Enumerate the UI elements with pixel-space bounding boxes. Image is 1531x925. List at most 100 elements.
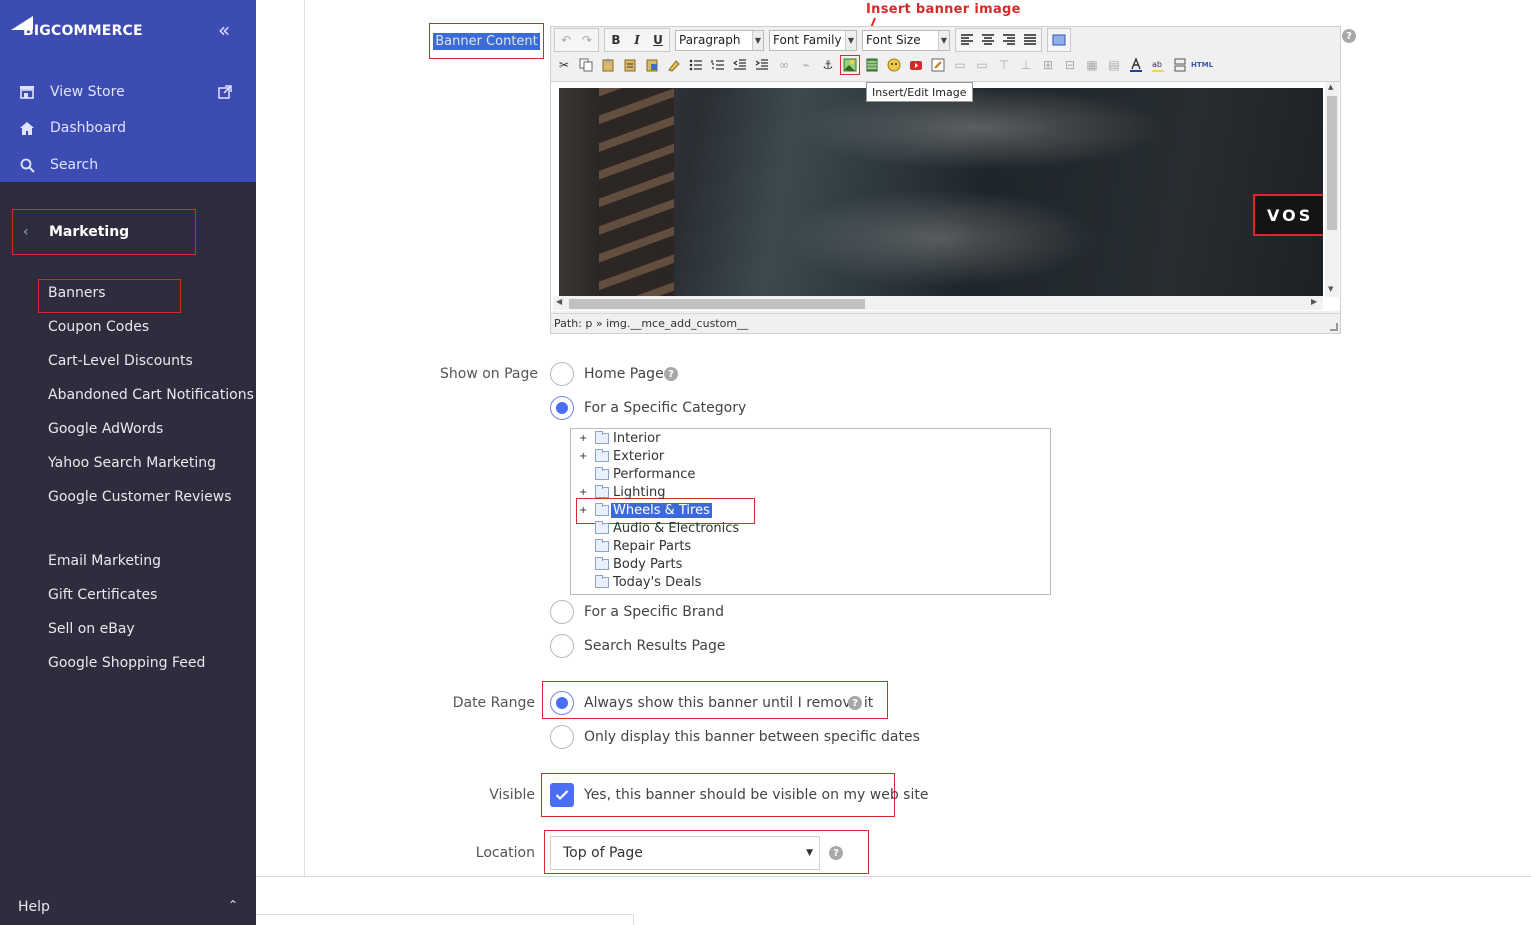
- format-select[interactable]: Paragraph ▼: [675, 29, 764, 51]
- category-tree-item[interactable]: Audio & Electronics: [571, 519, 1041, 537]
- category-tree-item[interactable]: + Wheels & Tires: [571, 501, 1041, 519]
- expand-icon[interactable]: +: [579, 487, 589, 498]
- paste-icon[interactable]: [598, 55, 618, 75]
- sidebar-item-email-marketing[interactable]: Email Marketing: [48, 553, 161, 569]
- edit-source-icon[interactable]: [928, 55, 948, 75]
- youtube-icon[interactable]: [906, 55, 926, 75]
- scroll-down-icon[interactable]: ▼: [1328, 285, 1333, 293]
- category-tree-item[interactable]: + Exterior: [571, 447, 1041, 465]
- insert-image-button[interactable]: [840, 55, 860, 75]
- cell-props-icon[interactable]: ▤: [1104, 55, 1124, 75]
- resize-handle-icon[interactable]: [1330, 323, 1338, 331]
- font-family-select[interactable]: Font Family ▼: [769, 29, 857, 51]
- external-link-icon[interactable]: [218, 84, 234, 100]
- editor-horizontal-scrollbar[interactable]: ◀ ▶: [553, 296, 1323, 310]
- radio-specific-dates[interactable]: [550, 725, 574, 749]
- align-center-icon[interactable]: [978, 30, 998, 50]
- text-color-icon[interactable]: [1126, 55, 1146, 75]
- anchor-icon[interactable]: ⚓: [818, 55, 838, 75]
- help-icon[interactable]: ?: [848, 696, 862, 710]
- sidebar-item-banners[interactable]: Banners: [48, 285, 106, 301]
- sidebar-item-google-customer-reviews[interactable]: Google Customer Reviews: [48, 489, 232, 505]
- sidebar-item-sell-on-ebay[interactable]: Sell on eBay: [48, 621, 135, 637]
- chevron-up-icon[interactable]: ⌃: [228, 898, 238, 912]
- page-break-icon[interactable]: [1170, 55, 1190, 75]
- radio-home-page[interactable]: [550, 362, 574, 386]
- emoticons-icon[interactable]: [884, 55, 904, 75]
- bigcommerce-logo[interactable]: BIGCOMMERCE: [11, 14, 171, 44]
- highlight-color-icon[interactable]: ab: [1148, 55, 1168, 75]
- bullet-list-icon[interactable]: [686, 55, 706, 75]
- justify-icon[interactable]: [1020, 30, 1040, 50]
- help-icon[interactable]: ?: [664, 367, 678, 381]
- bold-button[interactable]: B: [606, 30, 626, 50]
- align-left-icon[interactable]: [957, 30, 977, 50]
- html-source-icon[interactable]: HTML: [1191, 55, 1213, 75]
- sidebar-item-coupon-codes[interactable]: Coupon Codes: [48, 319, 149, 335]
- editor-vertical-scrollbar[interactable]: ▲ ▼: [1325, 82, 1339, 297]
- clean-formatting-icon[interactable]: [664, 55, 684, 75]
- insert-row-icon[interactable]: ⊤: [994, 55, 1014, 75]
- insert-media-icon[interactable]: [862, 55, 882, 75]
- undo-icon[interactable]: ↶: [556, 30, 576, 50]
- category-tree-item[interactable]: + Lighting: [571, 483, 1041, 501]
- italic-button[interactable]: I: [627, 30, 647, 50]
- table-col-icon[interactable]: ▭: [972, 55, 992, 75]
- sidebar-item-yahoo-search[interactable]: Yahoo Search Marketing: [48, 455, 216, 471]
- merge-cells-icon[interactable]: ⊞: [1038, 55, 1058, 75]
- underline-button[interactable]: U: [648, 30, 668, 50]
- expand-icon[interactable]: +: [579, 505, 589, 516]
- sidebar-item-abandoned-cart[interactable]: Abandoned Cart Notifications: [48, 387, 254, 403]
- radio-specific-brand[interactable]: [550, 600, 574, 624]
- numbered-list-icon[interactable]: [708, 55, 728, 75]
- outdent-icon[interactable]: [730, 55, 750, 75]
- category-tree-item[interactable]: Body Parts: [571, 555, 1041, 573]
- help-icon[interactable]: ?: [1342, 29, 1356, 43]
- sidebar-item-google-adwords[interactable]: Google AdWords: [48, 421, 163, 437]
- location-select[interactable]: Top of Page ▼: [550, 836, 820, 870]
- collapse-sidebar-icon[interactable]: «: [218, 18, 230, 42]
- scroll-right-icon[interactable]: ▶: [1311, 297, 1317, 306]
- vertical-scroll-thumb[interactable]: [1327, 96, 1337, 230]
- category-name: Interior: [613, 430, 661, 446]
- radio-always-show[interactable]: [550, 691, 574, 715]
- help-icon[interactable]: ?: [829, 846, 843, 860]
- table-props-icon[interactable]: ▦: [1082, 55, 1102, 75]
- sidebar-link-view-store[interactable]: View Store: [18, 80, 125, 104]
- sidebar-item-google-shopping-feed[interactable]: Google Shopping Feed: [48, 655, 205, 671]
- scroll-left-icon[interactable]: ◀: [556, 297, 562, 306]
- category-tree-item[interactable]: Performance: [571, 465, 1041, 483]
- radio-specific-category[interactable]: [550, 396, 574, 420]
- scroll-up-icon[interactable]: ▲: [1328, 83, 1333, 91]
- fullscreen-icon[interactable]: [1049, 30, 1069, 50]
- category-tree-item[interactable]: Repair Parts: [571, 537, 1041, 555]
- redo-icon[interactable]: ↷: [577, 30, 597, 50]
- copy-icon[interactable]: [576, 55, 596, 75]
- sidebar-item-cart-level-discounts[interactable]: Cart-Level Discounts: [48, 353, 193, 369]
- radio-search-results[interactable]: [550, 634, 574, 658]
- expand-icon[interactable]: +: [579, 433, 589, 444]
- visible-checkbox[interactable]: [550, 783, 574, 807]
- help-link[interactable]: Help: [18, 899, 50, 915]
- sidebar-item-gift-certificates[interactable]: Gift Certificates: [48, 587, 157, 603]
- editor-content-area[interactable]: VOS ▲ ▼ ◀ ▶: [551, 81, 1340, 311]
- category-tree-item[interactable]: + Interior: [571, 429, 1041, 447]
- delete-row-icon[interactable]: ⊥: [1016, 55, 1036, 75]
- table-row-icon[interactable]: ▭: [950, 55, 970, 75]
- cut-icon[interactable]: ✂: [554, 55, 574, 75]
- paste-text-icon[interactable]: [620, 55, 640, 75]
- indent-icon[interactable]: [752, 55, 772, 75]
- link-icon[interactable]: ∞: [774, 55, 794, 75]
- paste-word-icon[interactable]: [642, 55, 662, 75]
- split-cells-icon[interactable]: ⊟: [1060, 55, 1080, 75]
- unlink-icon[interactable]: ⌁: [796, 55, 816, 75]
- sidebar-link-search[interactable]: Search: [18, 153, 98, 177]
- category-tree-item[interactable]: Today's Deals: [571, 573, 1041, 591]
- horizontal-scroll-thumb[interactable]: [569, 299, 865, 309]
- sidebar-link-dashboard[interactable]: Dashboard: [18, 116, 126, 140]
- font-size-select[interactable]: Font Size ▼: [862, 29, 950, 51]
- marketing-section-header[interactable]: ‹ Marketing: [12, 209, 196, 255]
- banner-image[interactable]: VOS: [559, 88, 1323, 297]
- expand-icon[interactable]: +: [579, 451, 589, 462]
- align-right-icon[interactable]: [999, 30, 1019, 50]
